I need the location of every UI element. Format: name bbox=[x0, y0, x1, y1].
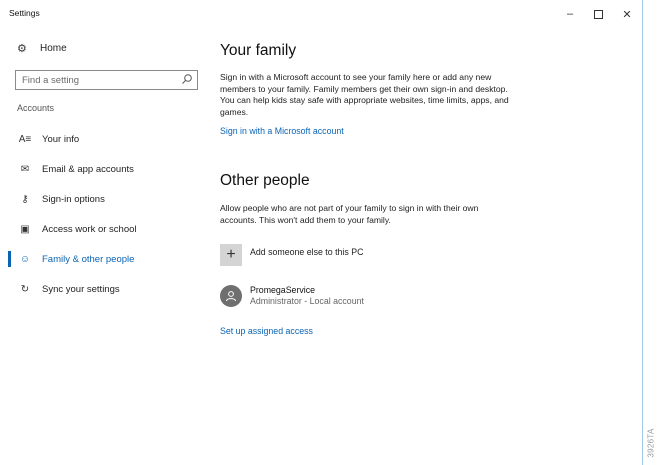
people-icon: ☺ bbox=[19, 253, 31, 265]
nav-home[interactable]: ⚙ Home bbox=[17, 42, 67, 55]
sidebar-item-your-info[interactable]: A≡ Your info bbox=[0, 126, 206, 152]
search-icon[interactable] bbox=[181, 73, 193, 85]
selection-indicator bbox=[8, 251, 11, 267]
close-button[interactable]: ✕ bbox=[612, 4, 642, 24]
sidebar-item-label: Sign-in options bbox=[42, 193, 105, 205]
search-box[interactable] bbox=[15, 70, 198, 90]
add-someone-row[interactable]: + Add someone else to this PC bbox=[220, 244, 363, 266]
user-icon bbox=[226, 291, 236, 302]
settings-window: Settings – ✕ ⚙ Home Accounts A≡ Your inf… bbox=[0, 0, 643, 465]
user-role: Administrator - Local account bbox=[250, 296, 364, 306]
user-text: PromegaService Administrator - Local acc… bbox=[250, 285, 364, 307]
user-row[interactable]: PromegaService Administrator - Local acc… bbox=[220, 285, 364, 307]
selection-indicator bbox=[8, 281, 11, 297]
person-card-icon: A≡ bbox=[18, 133, 32, 145]
sidebar-item-label: Sync your settings bbox=[42, 283, 120, 295]
briefcase-icon: ▣ bbox=[20, 223, 30, 235]
other-people-description: Allow people who are not part of your fa… bbox=[220, 203, 479, 225]
avatar bbox=[220, 285, 242, 307]
sidebar-item-label: Access work or school bbox=[42, 223, 137, 235]
assigned-access-link[interactable]: Set up assigned access bbox=[220, 326, 313, 336]
maximize-icon bbox=[593, 9, 603, 19]
sync-icon: ↻ bbox=[20, 283, 30, 295]
nav-home-label: Home bbox=[40, 43, 67, 54]
family-description: Sign in with a Microsoft account to see … bbox=[220, 72, 509, 117]
sign-in-microsoft-link[interactable]: Sign in with a Microsoft account bbox=[220, 126, 344, 136]
search-input[interactable] bbox=[22, 73, 172, 87]
window-title: Settings bbox=[9, 8, 40, 18]
add-someone-label: Add someone else to this PC bbox=[250, 247, 364, 257]
minimize-button[interactable]: – bbox=[555, 4, 585, 24]
section-label-accounts: Accounts bbox=[17, 103, 55, 113]
title-bar: Settings – ✕ bbox=[0, 0, 643, 30]
sidebar-item-label: Your info bbox=[42, 133, 80, 145]
figure-code: 3926TA bbox=[645, 424, 657, 462]
sidebar-item-family[interactable]: ☺ Family & other people bbox=[0, 246, 206, 272]
user-name: PromegaService bbox=[250, 285, 316, 295]
sidebar-item-sign-in-options[interactable]: ⚷ Sign-in options bbox=[0, 186, 206, 212]
mail-icon: ✉ bbox=[20, 163, 30, 175]
sidebar: ⚙ Home Accounts A≡ Your info ✉ Email & a… bbox=[0, 30, 206, 465]
sidebar-item-access-work[interactable]: ▣ Access work or school bbox=[0, 216, 206, 242]
maximize-button[interactable] bbox=[583, 4, 613, 24]
heading-other-people: Other people bbox=[220, 172, 310, 189]
key-icon: ⚷ bbox=[21, 193, 29, 205]
sidebar-item-sync[interactable]: ↻ Sync your settings bbox=[0, 276, 206, 302]
gear-icon: ⚙ bbox=[17, 43, 27, 55]
plus-icon: + bbox=[220, 244, 242, 266]
sidebar-item-label: Email & app accounts bbox=[42, 163, 134, 175]
sidebar-item-email-accounts[interactable]: ✉ Email & app accounts bbox=[0, 156, 206, 182]
figure-code-text: 3926TA bbox=[646, 428, 656, 458]
heading-your-family: Your family bbox=[220, 42, 297, 59]
selection-indicator bbox=[8, 161, 11, 177]
selection-indicator bbox=[8, 221, 11, 237]
selection-indicator bbox=[8, 191, 11, 207]
sidebar-item-label: Family & other people bbox=[42, 253, 135, 265]
selection-indicator bbox=[8, 131, 11, 147]
